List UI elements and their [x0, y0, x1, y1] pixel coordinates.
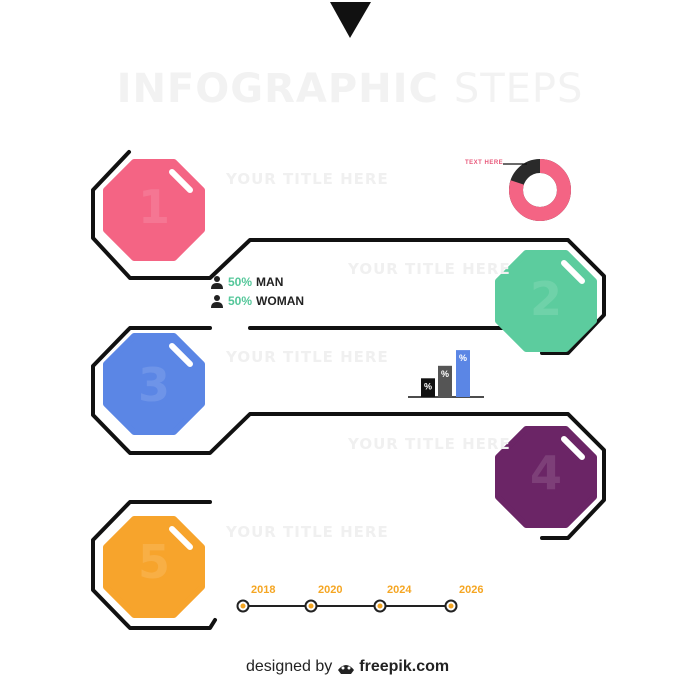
stat-woman-value: 50% — [228, 294, 253, 308]
page-title: INFOGRAPHIC STEPS — [0, 66, 700, 112]
timeline-dot-center — [308, 603, 314, 609]
step-3-number: 3 — [137, 358, 170, 412]
timeline-dot-center — [240, 603, 246, 609]
person-icon — [211, 276, 223, 289]
step-2-title: YOUR TITLE HERE — [348, 260, 511, 278]
footer-designed: designed by — [246, 658, 333, 675]
title-light: STEPS — [453, 66, 584, 112]
step-4-title: YOUR TITLE HERE — [348, 435, 511, 453]
timeline-dot-center — [448, 603, 454, 609]
donut-chart — [503, 159, 571, 221]
step-5-title: YOUR TITLE HERE — [226, 523, 389, 541]
timeline-year: 2024 — [387, 584, 412, 596]
bar-chart: %%% — [408, 350, 484, 398]
stat-woman: 50% WOMAN — [210, 294, 304, 308]
stat-man-label: MAN — [256, 275, 284, 289]
timeline-dot-center — [377, 603, 383, 609]
step-1-number: 1 — [137, 180, 170, 234]
footer-credit: designed by freepik.com — [246, 658, 449, 676]
person-icon — [211, 295, 223, 308]
title-bold: INFOGRAPHIC — [116, 66, 439, 112]
stat-man: 50% MAN — [210, 275, 283, 289]
step-5-number: 5 — [137, 535, 170, 589]
freepik-logo-icon — [338, 665, 355, 674]
step-3-title: YOUR TITLE HERE — [226, 348, 389, 366]
bar-label: % — [441, 369, 449, 379]
timeline-year: 2026 — [459, 584, 484, 596]
step-4-number: 4 — [529, 446, 562, 500]
step-2-number: 2 — [529, 272, 562, 326]
triangle-down-icon — [330, 2, 371, 38]
timeline — [236, 599, 458, 613]
stat-man-value: 50% — [228, 275, 253, 289]
bar-label: % — [459, 353, 467, 363]
stat-woman-label: WOMAN — [256, 294, 305, 308]
step-1-title: YOUR TITLE HERE — [226, 170, 389, 188]
timeline-year: 2018 — [251, 584, 276, 596]
timeline-year: 2020 — [318, 584, 343, 596]
footer-brand: freepik.com — [359, 658, 450, 675]
bar-label: % — [424, 381, 432, 391]
donut-label: TEXT HERE — [465, 160, 504, 166]
